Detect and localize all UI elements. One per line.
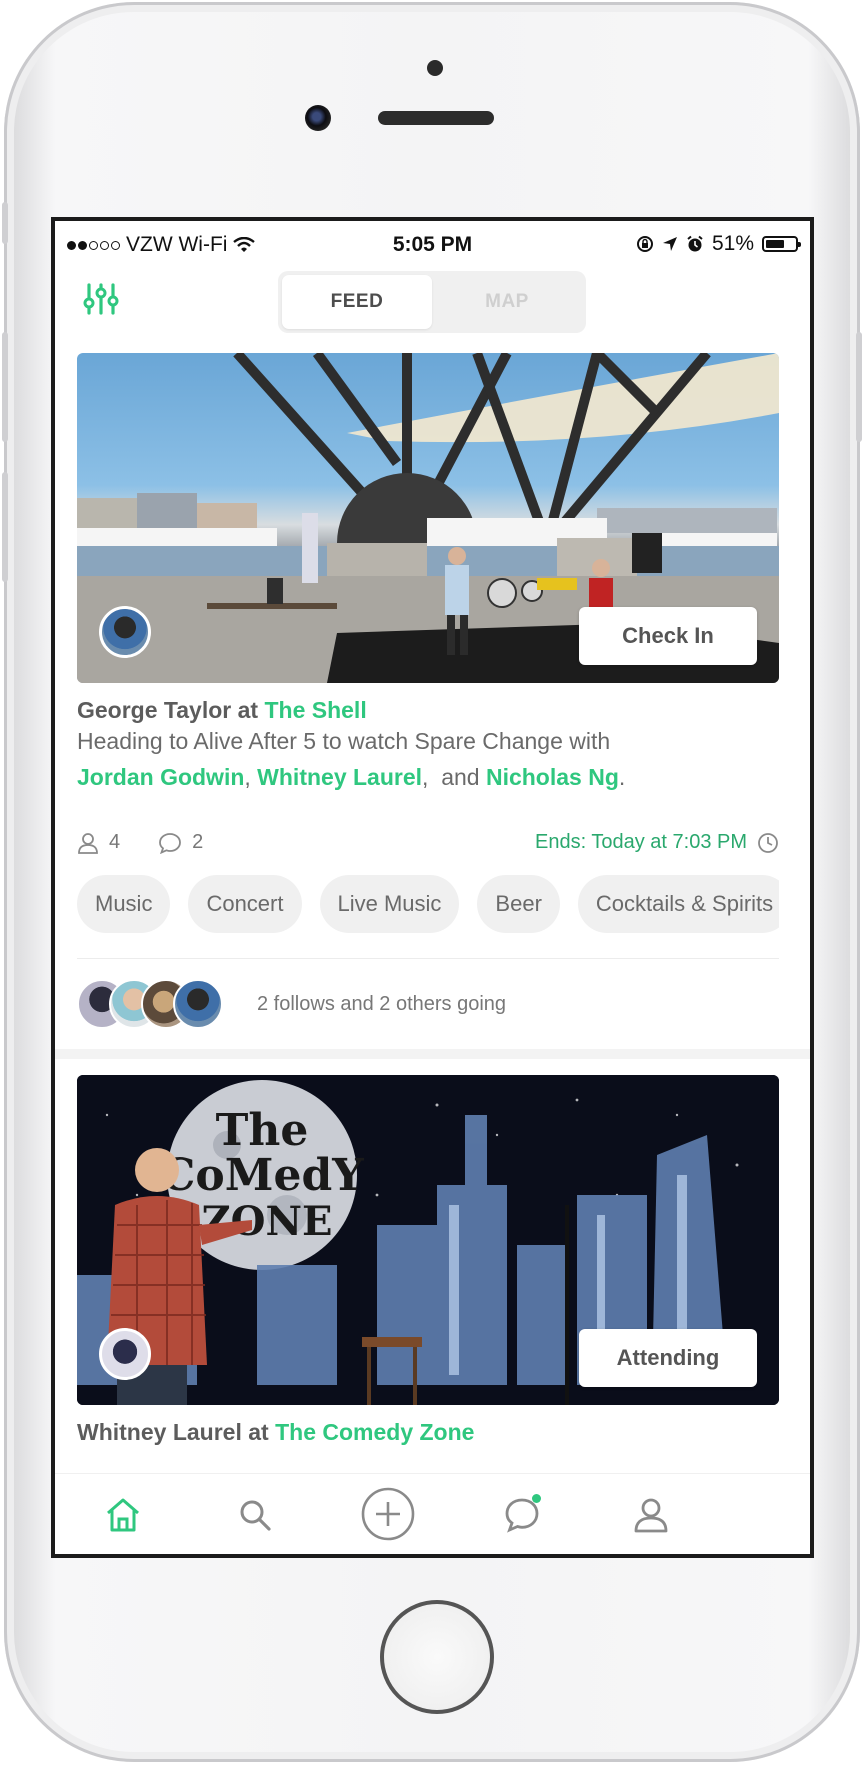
front-camera xyxy=(305,105,331,131)
volume-down-button xyxy=(2,472,8,582)
tab-map[interactable]: MAP xyxy=(432,275,582,329)
attending-button[interactable]: Attending xyxy=(579,1329,757,1387)
tab-search[interactable] xyxy=(230,1490,280,1540)
tag-chip[interactable]: Beer xyxy=(477,875,560,933)
comment-icon[interactable] xyxy=(158,832,182,854)
home-button[interactable] xyxy=(380,1600,494,1714)
location-icon xyxy=(662,237,677,251)
bottom-tab-bar xyxy=(55,1473,810,1554)
engagement-counts: 4 2 xyxy=(77,831,203,854)
venue-link[interactable]: The Comedy Zone xyxy=(275,1419,474,1445)
separator: , and xyxy=(422,764,480,790)
add-icon xyxy=(361,1487,415,1541)
volume-up-button xyxy=(2,332,8,442)
event-photo[interactable]: The CoMedY ZONE Attending xyxy=(77,1075,779,1405)
rotation-lock-icon xyxy=(636,236,653,252)
post-description: Heading to Alive After 5 to watch Spare … xyxy=(77,723,777,795)
status-bar: VZW Wi-Fi 5:05 PM 51% xyxy=(55,221,810,265)
earpiece-speaker xyxy=(378,111,494,125)
profile-icon xyxy=(634,1498,668,1533)
battery-percent: 51% xyxy=(711,232,754,255)
divider xyxy=(77,958,779,959)
description-text: Heading to Alive After 5 to watch Spare … xyxy=(77,728,611,754)
tab-home[interactable] xyxy=(98,1490,148,1540)
battery-icon xyxy=(762,236,801,252)
attendees-row[interactable]: 2 follows and 2 others going xyxy=(77,977,779,1033)
check-in-button[interactable]: Check In xyxy=(579,607,757,665)
event-photo[interactable]: Check In xyxy=(77,353,779,683)
sliders-icon[interactable] xyxy=(83,281,119,317)
tab-create[interactable] xyxy=(358,1484,418,1544)
tag-list: Music Concert Live Music Beer Cocktails … xyxy=(77,875,779,933)
separator: , xyxy=(244,764,251,790)
tab-messages[interactable] xyxy=(497,1490,547,1540)
person-link[interactable]: Nicholas Ng xyxy=(486,764,619,790)
clock-icon xyxy=(758,832,778,853)
tag-chip[interactable]: Music xyxy=(77,875,171,933)
app-screen: VZW Wi-Fi 5:05 PM 51% FEED MAP Check In … xyxy=(51,217,814,1558)
mute-switch xyxy=(2,202,8,244)
card-separator xyxy=(55,1049,810,1059)
feed-map-toggle: FEED MAP xyxy=(278,271,586,333)
status-indicators: 51% xyxy=(636,232,801,256)
home-icon xyxy=(107,1498,139,1532)
attendee-avatars xyxy=(77,977,237,1033)
tag-chip[interactable]: Cocktails & Spirits xyxy=(577,875,779,933)
post-title: Whitney Laurel at The Comedy Zone xyxy=(77,1419,474,1446)
attendees-count: 4 xyxy=(109,831,121,853)
separator: . xyxy=(618,764,626,790)
tab-profile[interactable] xyxy=(626,1490,676,1540)
power-button xyxy=(856,332,862,442)
comments-count: 2 xyxy=(192,831,204,853)
ends-text: Ends: Today at 7:03 PM xyxy=(535,831,747,853)
poster-name[interactable]: Whitney Laurel xyxy=(77,1419,242,1445)
proximity-sensor xyxy=(427,60,443,76)
person-link[interactable]: Jordan Godwin xyxy=(77,764,244,790)
tag-chip[interactable]: Concert xyxy=(188,875,302,933)
connector-text: at xyxy=(248,1419,269,1445)
search-icon xyxy=(240,1500,271,1531)
poster-name[interactable]: George Taylor xyxy=(77,697,231,723)
comedy-zone-logo: The xyxy=(216,1105,309,1156)
top-nav: FEED MAP xyxy=(55,271,810,333)
connector-text: at xyxy=(237,697,259,723)
post-meta: 4 2 Ends: Today at 7:03 PM xyxy=(77,827,779,863)
venue-link[interactable]: The Shell xyxy=(264,697,366,723)
going-summary: 2 follows and 2 others going xyxy=(257,993,507,1015)
person-link[interactable]: Whitney Laurel xyxy=(257,764,422,790)
alarm-icon xyxy=(687,235,703,252)
post-title: George Taylor at The Shell xyxy=(77,697,367,724)
event-end-time: Ends: Today at 7:03 PM xyxy=(535,831,779,854)
avatar xyxy=(173,979,223,1029)
tag-chip[interactable]: Live Music xyxy=(319,875,460,933)
person-icon[interactable] xyxy=(77,832,99,854)
poster-avatar[interactable] xyxy=(99,1328,151,1380)
comedy-zone-logo: CoMedY xyxy=(160,1150,364,1201)
tab-feed[interactable]: FEED xyxy=(282,275,432,329)
poster-avatar[interactable] xyxy=(99,606,151,658)
notification-dot xyxy=(532,1494,541,1503)
